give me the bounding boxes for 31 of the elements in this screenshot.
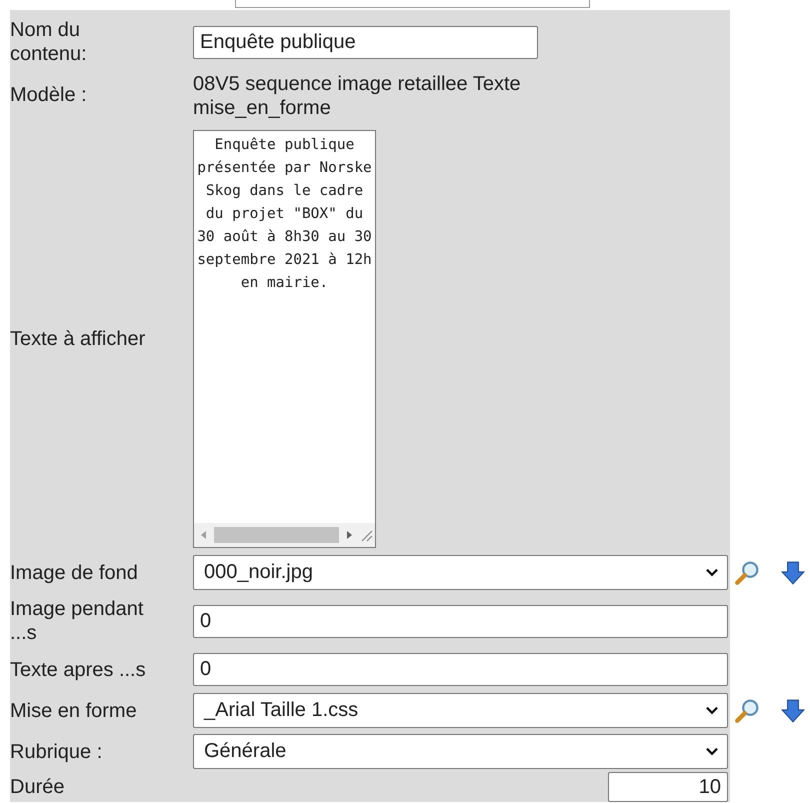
chevron-down-icon xyxy=(705,747,719,756)
field-label: Image pendant ...s xyxy=(10,597,144,645)
dropdown[interactable]: _Arial Taille 1.css xyxy=(193,693,728,728)
chevron-down-icon xyxy=(705,706,719,715)
dropdown[interactable]: 000_noir.jpg xyxy=(193,555,728,590)
field-label: Image de fond xyxy=(10,560,139,584)
field-label: Texte à afficher xyxy=(10,327,146,351)
scrollbar-thumb[interactable] xyxy=(214,527,339,543)
search-icon[interactable] xyxy=(734,560,760,586)
input-field[interactable]: Enquête publique xyxy=(193,26,538,58)
input-field[interactable]: 0 xyxy=(193,604,728,638)
input-field[interactable] xyxy=(235,0,590,8)
text-area[interactable]: Enquête publique présentée par Norske Skog dans le cadre du projet "BOX" du 30 août à 8h30 au 30 septembre 2021 à 12h en mairie. xyxy=(193,130,376,548)
field-label: Durée xyxy=(10,775,66,799)
resize-grip-icon[interactable] xyxy=(359,528,373,542)
arrow-down-icon[interactable] xyxy=(780,560,806,586)
scroll-right-icon[interactable] xyxy=(345,530,353,540)
template-name: 08V5 sequence image retaillee Texte mise_en_forme xyxy=(193,72,522,120)
input-field[interactable]: 0 xyxy=(193,653,728,686)
text-content: Enquête publique présentée par Norske Skog dans le cadre du projet "BOX" du 30 août à 8h30 au 30 septembre 2021 à 12h en mairie. xyxy=(196,136,373,293)
field-label: Modèle : xyxy=(10,83,88,107)
number-field[interactable]: 10 xyxy=(608,772,728,802)
arrow-down-icon[interactable] xyxy=(780,698,806,724)
chevron-down-icon xyxy=(705,568,719,577)
dropdown[interactable]: Générale xyxy=(193,734,728,769)
search-icon[interactable] xyxy=(734,698,760,724)
field-label: Texte apres ...s xyxy=(10,658,147,682)
field-label: Rubrique : xyxy=(10,740,104,764)
field-label: Mise en forme xyxy=(10,698,138,722)
scroll-left-icon[interactable] xyxy=(200,530,208,540)
field-label: Nom du contenu: xyxy=(10,18,88,66)
